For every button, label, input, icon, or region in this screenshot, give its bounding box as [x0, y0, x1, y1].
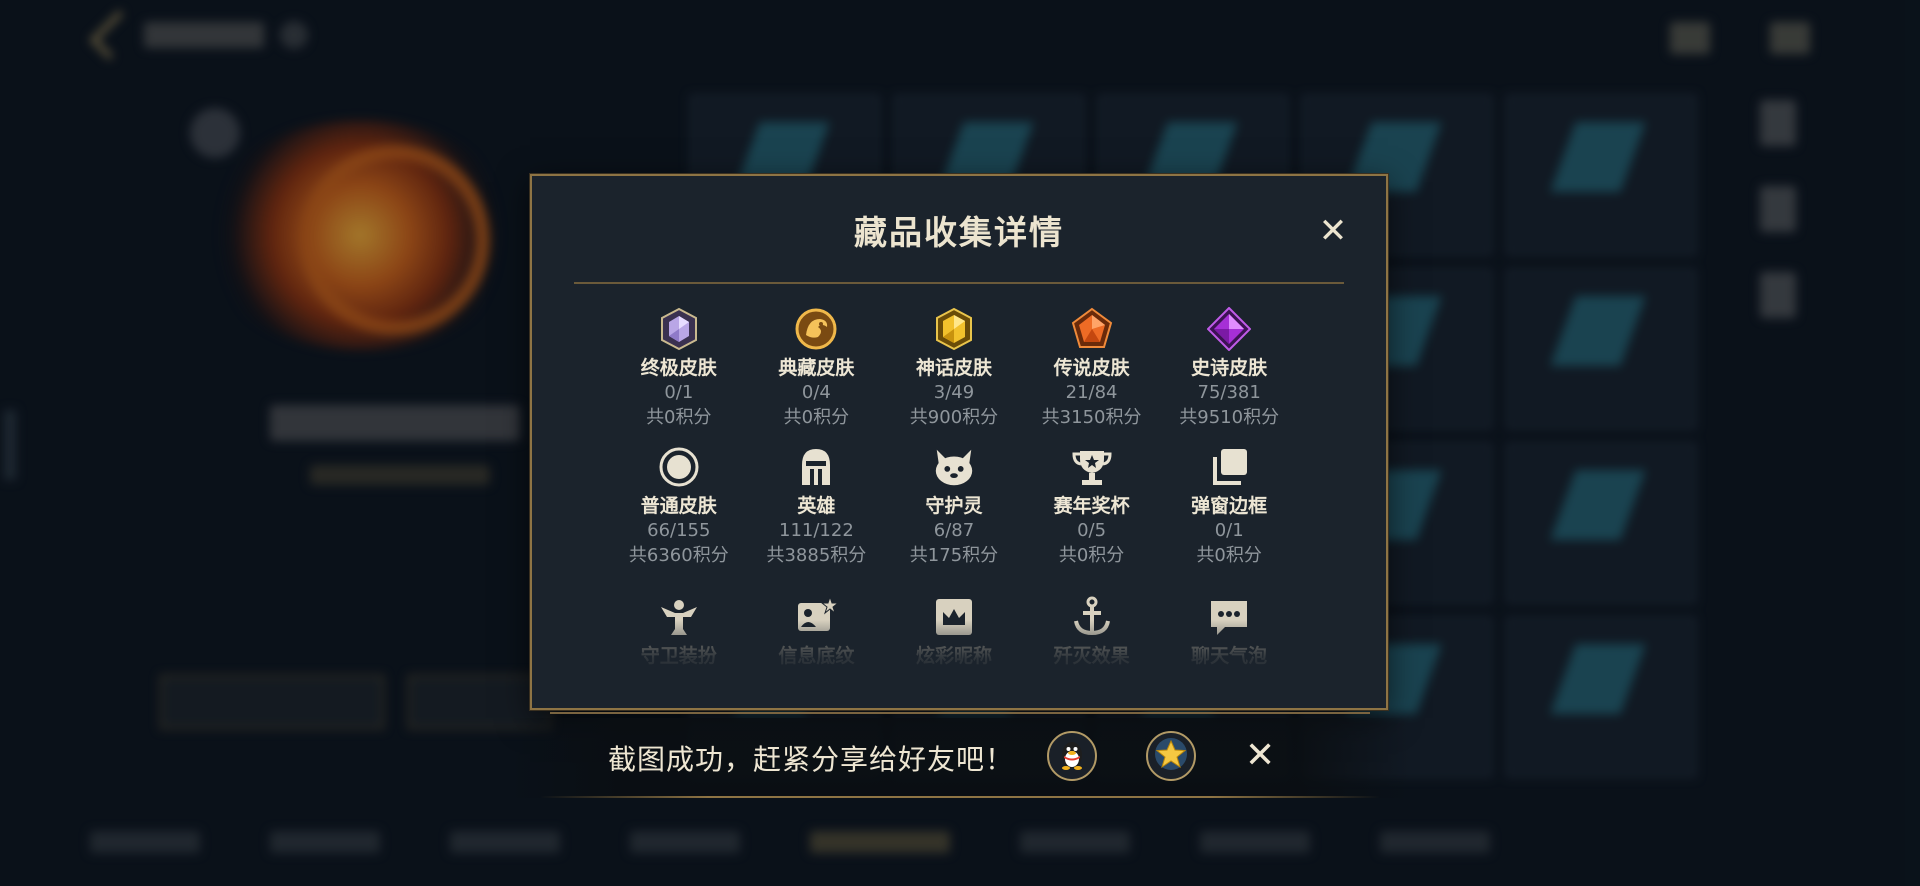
share-favorite-button[interactable]	[1146, 731, 1196, 781]
category-points: 共0积分	[783, 407, 850, 428]
category-count: 3/49	[933, 382, 975, 403]
category-item[interactable]: 信息底纹	[748, 594, 886, 676]
category-name: 赛年奖杯	[1053, 495, 1130, 517]
modal-bottom-border	[550, 712, 1370, 714]
popup-frame-icon	[1206, 444, 1252, 490]
category-item[interactable]: 史诗皮肤 75/381 共9510积分	[1160, 306, 1298, 430]
category-name: 守卫装扮	[640, 645, 717, 667]
category-item[interactable]: 终极皮肤 0/1 共0积分	[610, 306, 748, 430]
category-name: 歼灭效果	[1053, 645, 1130, 667]
category-name: 守护灵	[925, 495, 983, 517]
category-points: 共6360积分	[628, 545, 729, 566]
category-item[interactable]: 守护灵 6/87 共175积分	[885, 444, 1023, 568]
info-background-icon	[793, 594, 839, 640]
category-points: 共175积分	[909, 545, 999, 566]
category-count: 111/122	[779, 520, 854, 541]
category-points: 共0积分	[646, 407, 712, 428]
category-points: 共3885积分	[766, 545, 867, 566]
category-count: 75/381	[1197, 382, 1261, 403]
category-count: 21/84	[1065, 382, 1118, 403]
collection-category-grid: 终极皮肤 0/1 共0积分 典藏皮肤 0/4 共0积分 神话皮肤 3/49 共9…	[610, 306, 1298, 568]
ultimate-skin-gem-icon	[656, 306, 702, 352]
category-points: 共9510积分	[1179, 407, 1280, 428]
category-item[interactable]: 赛年奖杯 0/5 共0积分	[1023, 444, 1161, 568]
qq-penguin-icon	[1055, 737, 1089, 775]
category-name: 神话皮肤	[915, 357, 992, 379]
category-count: 0/1	[1214, 520, 1244, 541]
category-item[interactable]: 弹窗边框 0/1 共0积分	[1160, 444, 1298, 568]
category-points: 共0积分	[1058, 545, 1125, 566]
category-points: 共900积分	[909, 407, 999, 428]
category-item[interactable]: 普通皮肤 66/155 共6360积分	[610, 444, 748, 568]
category-name: 传说皮肤	[1053, 357, 1130, 379]
collector-skin-dragon-icon	[793, 306, 839, 352]
category-count: 0/1	[664, 382, 694, 403]
category-name: 炫彩昵称	[915, 645, 992, 667]
title-divider	[574, 282, 1344, 284]
category-name: 典藏皮肤	[778, 357, 855, 379]
category-item[interactable]: 聊天气泡	[1160, 594, 1298, 676]
category-points: 共3150积分	[1041, 407, 1142, 428]
category-count: 66/155	[647, 520, 711, 541]
category-item[interactable]: 传说皮肤 21/84 共3150积分	[1023, 306, 1161, 430]
category-item[interactable]: 神话皮肤 3/49 共900积分	[885, 306, 1023, 430]
category-item[interactable]: 守卫装扮	[610, 594, 748, 676]
legend-skin-gem-icon	[1069, 306, 1115, 352]
category-name: 英雄	[797, 495, 836, 517]
category-count: 0/5	[1077, 520, 1107, 541]
share-qq-button[interactable]	[1047, 731, 1097, 781]
guard-outfit-icon	[656, 594, 702, 640]
hero-helmet-icon	[793, 444, 839, 490]
category-name: 弹窗边框	[1191, 495, 1268, 517]
category-name: 信息底纹	[778, 645, 855, 667]
guardian-spirit-icon	[931, 444, 977, 490]
category-points: 共0积分	[1196, 545, 1262, 566]
toast-close-button[interactable]: ✕	[1245, 736, 1275, 776]
category-name: 普通皮肤	[640, 495, 717, 517]
category-name: 终极皮肤	[640, 357, 717, 379]
epic-skin-gem-icon	[1206, 306, 1252, 352]
toast-message: 截图成功，赶紧分享给好友吧！	[608, 743, 1015, 776]
collection-details-modal: 藏品收集详情 ✕ 终极皮肤 0/1 共0积分 典藏皮肤 0/4 共0积分 神话皮…	[530, 174, 1388, 710]
chat-bubble-icon	[1206, 594, 1252, 640]
category-count: 6/87	[933, 520, 975, 541]
category-count: 0/4	[801, 382, 831, 403]
normal-skin-ring-icon	[656, 444, 702, 490]
modal-close-button[interactable]: ✕	[1316, 214, 1350, 248]
category-name: 史诗皮肤	[1191, 357, 1268, 379]
category-item[interactable]: 典藏皮肤 0/4 共0积分	[748, 306, 886, 430]
category-name: 聊天气泡	[1191, 645, 1268, 667]
category-item[interactable]: 英雄 111/122 共3885积分	[748, 444, 886, 568]
modal-title: 藏品收集详情	[854, 213, 1064, 252]
trophy-icon	[1069, 444, 1115, 490]
collection-category-row-partial: 守卫装扮 信息底纹 炫彩昵称 歼灭效果 聊天气泡	[610, 594, 1298, 676]
mythic-skin-gem-icon	[931, 306, 977, 352]
star-favorite-icon	[1153, 736, 1189, 776]
colorful-nickname-icon	[931, 594, 977, 640]
toast-underline	[540, 796, 1380, 798]
category-item[interactable]: 歼灭效果	[1023, 594, 1161, 676]
elimination-effect-icon	[1069, 594, 1115, 640]
screenshot-success-toast: 截图成功，赶紧分享给好友吧！ ✕	[510, 718, 1410, 798]
category-item[interactable]: 炫彩昵称	[885, 594, 1023, 676]
